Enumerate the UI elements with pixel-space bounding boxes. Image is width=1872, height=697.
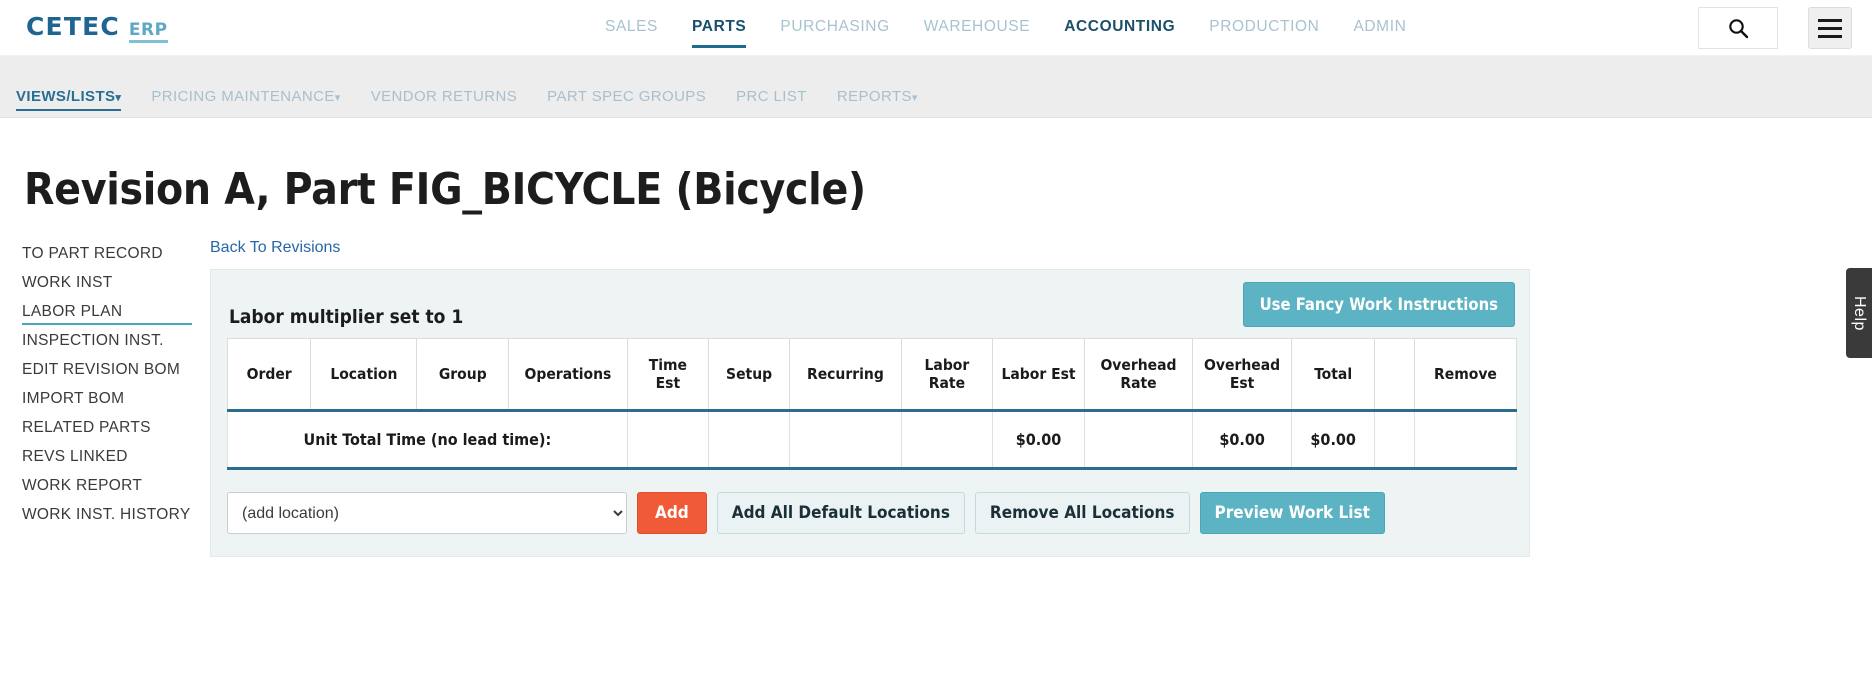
main-area: Back To Revisions Use Fancy Work Instruc… [210,239,1872,557]
col-recurring[interactable]: Recurring [789,338,902,412]
top-header: CETEC ERP SALES PARTS PURCHASING WAREHOU… [0,0,1872,56]
subnav-label-pricing-maintenance: PRICING MAINTENANCE [151,88,335,105]
unit-total-time-label: Unit Total Time (no lead time): [227,410,628,470]
use-fancy-work-instructions-button[interactable]: Use Fancy Work Instructions [1242,282,1515,327]
cell-recurring [789,410,902,470]
subnav-label-views-lists: VIEWS/LISTS [16,88,116,105]
sidebar-item-labor-plan[interactable]: LABOR PLAN [22,297,210,326]
sidebar-item-work-report[interactable]: WORK REPORT [22,471,210,500]
search-input[interactable] [1698,7,1778,49]
subnav-item-pricing-maintenance[interactable]: PRICING MAINTENANCE▾ [151,88,340,117]
remove-all-locations-button[interactable]: Remove All Locations [974,492,1190,534]
nav-item-production[interactable]: PRODUCTION [1209,18,1319,39]
chevron-down-icon: ▾ [334,92,341,104]
nav-item-sales[interactable]: SALES [605,18,658,39]
cell-setup [707,410,791,470]
col-group[interactable]: Group [416,338,510,412]
nav-item-warehouse[interactable]: WAREHOUSE [924,18,1030,39]
sidebar-item-related-parts[interactable]: RELATED PARTS [22,413,210,442]
col-labor-est[interactable]: Labor Est [992,338,1085,412]
cell-overhead-est: $0.00 [1192,410,1293,470]
labor-plan-controls: (add location) Add Add All Default Locat… [227,492,1513,534]
table-row: Unit Total Time (no lead time): $0.00 $0… [227,410,1518,470]
col-location[interactable]: Location [310,338,418,412]
subnav-item-reports[interactable]: REPORTS▾ [837,88,918,117]
sidebar-item-to-part-record[interactable]: TO PART RECORD [22,239,210,268]
add-location-select[interactable]: (add location) [227,492,627,534]
help-tab[interactable]: Help [1846,268,1872,358]
subnav-item-prc-list[interactable]: PRC LIST [736,88,807,117]
nav-item-parts[interactable]: PARTS [691,18,747,48]
sidebar-menu: TO PART RECORD WORK INST LABOR PLAN INSP… [0,239,210,557]
col-total[interactable]: Total [1291,338,1376,412]
sidebar-item-work-inst[interactable]: WORK INST [22,268,210,297]
cell-labor-rate [900,410,994,470]
col-operations[interactable]: Operations [508,338,628,412]
labor-plan-table: Order Location Group Operations Time Est… [226,338,1518,470]
add-button[interactable]: Add [637,492,707,534]
cell-remove [1413,410,1518,470]
col-spacer [1374,338,1415,412]
subnav-item-vendor-returns[interactable]: VENDOR RETURNS [371,88,517,117]
back-to-revisions-link[interactable]: Back To Revisions [210,239,340,257]
page-title: Revision A, Part FIG_BICYCLE (Bicycle) [24,164,866,215]
subnav-label-reports: REPORTS [836,88,912,105]
logo-cetec-text: CETEC [26,12,120,41]
col-labor-rate[interactable]: Labor Rate [900,338,994,412]
table-header-row: Order Location Group Operations Time Est… [226,338,1518,412]
chevron-down-icon: ▾ [115,92,122,104]
col-setup[interactable]: Setup [707,338,791,412]
col-overhead-rate[interactable]: Overhead Rate [1083,338,1194,412]
cell-total: $0.00 [1291,410,1376,470]
cell-labor-est: $0.00 [992,410,1085,470]
main-navigation: SALES PARTS PURCHASING WAREHOUSE ACCOUNT… [605,0,1406,56]
nav-item-accounting[interactable]: ACCOUNTING [1064,18,1175,39]
sidebar-item-import-bom[interactable]: IMPORT BOM [22,384,210,413]
col-time-est[interactable]: Time Est [626,338,709,412]
col-overhead-est[interactable]: Overhead Est [1192,338,1293,412]
cell-overhead-rate [1083,410,1194,470]
labor-plan-panel: Use Fancy Work Instructions Labor multip… [210,269,1530,557]
sidebar-item-work-inst-history[interactable]: WORK INST. HISTORY [22,500,210,529]
preview-work-list-button[interactable]: Preview Work List [1199,492,1385,534]
cell-spacer [1374,410,1415,470]
sidebar-item-revs-linked[interactable]: REVS LINKED [22,442,210,471]
col-order[interactable]: Order [226,338,312,412]
add-all-default-locations-button[interactable]: Add All Default Locations [716,492,965,534]
logo-erp-text: ERP [128,22,168,43]
chevron-down-icon: ▾ [911,92,918,104]
sub-navigation: VIEWS/LISTS▾ PRICING MAINTENANCE▾ VENDOR… [0,56,1872,118]
nav-item-purchasing[interactable]: PURCHASING [780,18,889,39]
nav-item-admin[interactable]: ADMIN [1353,18,1406,39]
hamburger-icon[interactable] [1808,7,1852,49]
sidebar-item-edit-revision-bom[interactable]: EDIT REVISION BOM [22,355,210,384]
subnav-item-part-spec-groups[interactable]: PART SPEC GROUPS [547,88,706,117]
app-logo[interactable]: CETEC ERP [26,12,168,43]
sidebar-item-inspection-inst[interactable]: INSPECTION INST. [22,326,210,355]
col-remove[interactable]: Remove [1413,338,1518,412]
help-tab-label: Help [1851,295,1868,331]
search-icon [1729,19,1749,39]
cell-time-est [626,410,709,470]
subnav-item-views-lists[interactable]: VIEWS/LISTS▾ [16,88,122,117]
page-content: TO PART RECORD WORK INST LABOR PLAN INSP… [0,239,1872,557]
